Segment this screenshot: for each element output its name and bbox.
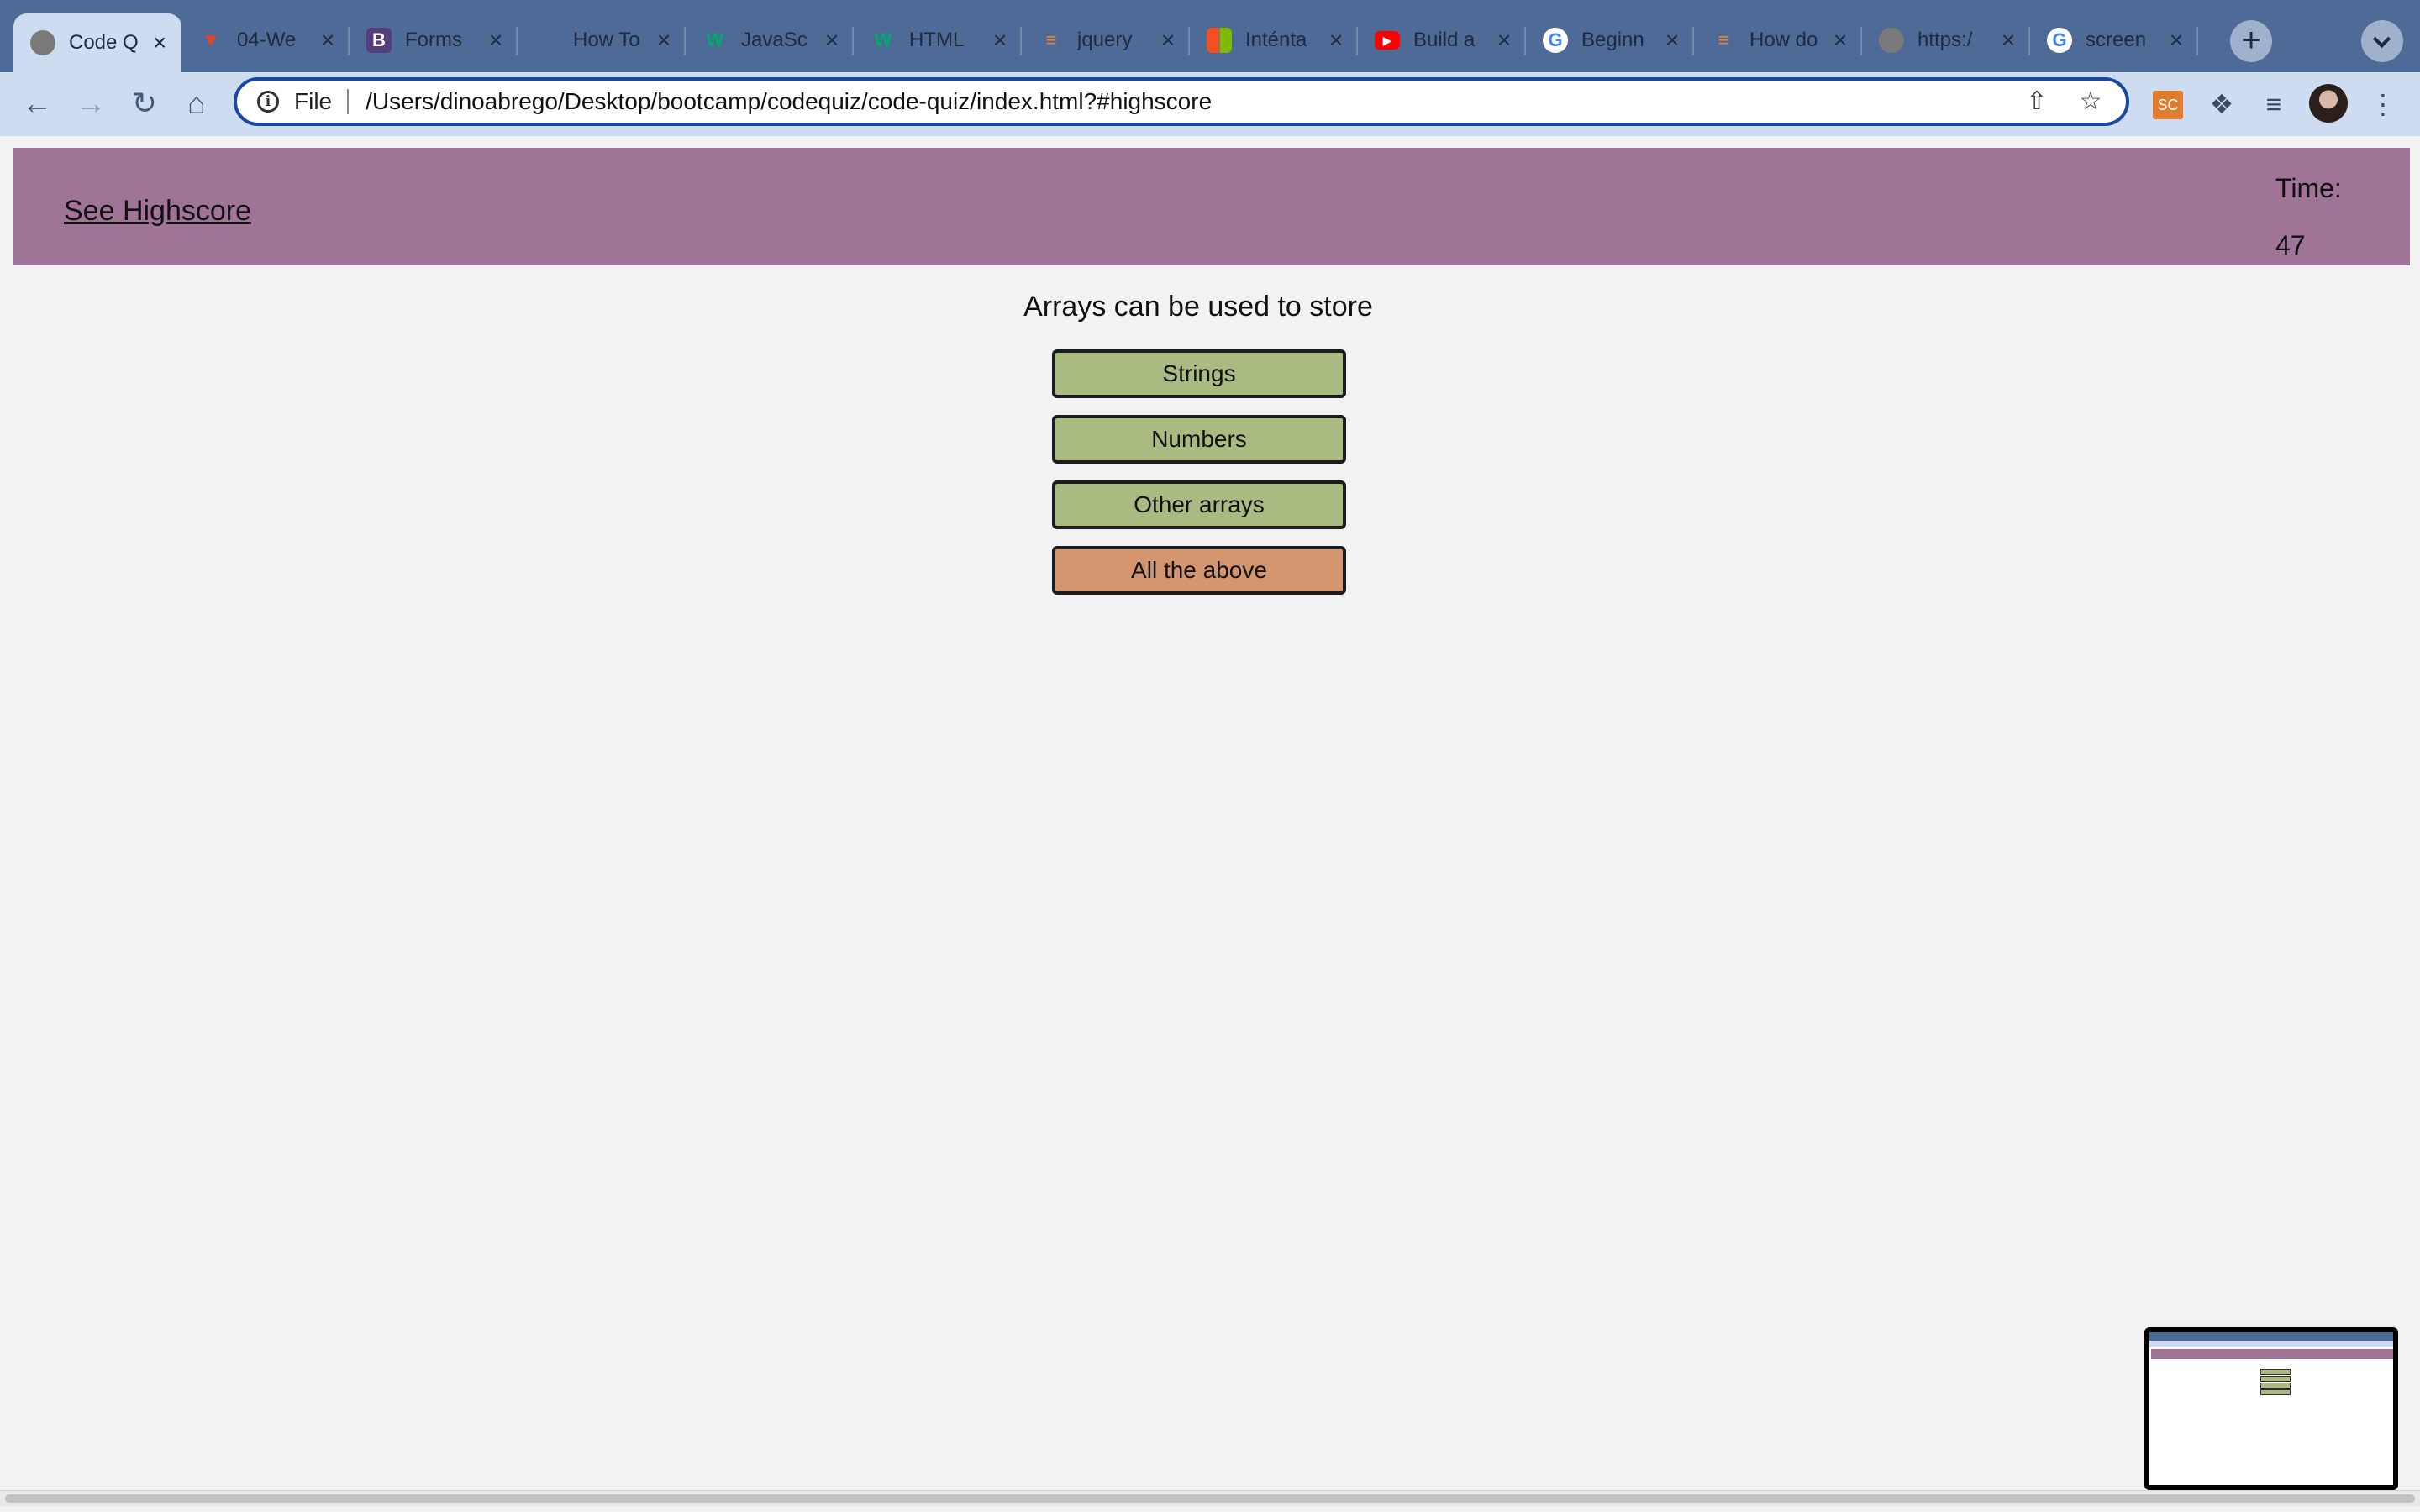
forward-icon[interactable]: → — [71, 84, 111, 124]
browser-toolbar: ← → ↻ ⌂ i File /Users/dinoabrego/Desktop… — [0, 72, 2420, 136]
bootstrap-icon: B — [366, 28, 392, 53]
tab-close-icon[interactable]: × — [822, 27, 842, 54]
browser-tab-title: JavaSc — [741, 29, 808, 51]
browser-tab[interactable]: ▶ Build a × — [1358, 13, 1526, 67]
browser-tab[interactable]: Inténta × — [1190, 13, 1358, 67]
timer-value: 47 — [2275, 230, 2306, 260]
tab-close-icon[interactable]: × — [654, 27, 674, 54]
tab-separator — [2196, 27, 2198, 55]
browser-tab-title: Code Q — [69, 31, 139, 54]
browser-tab[interactable]: B Forms × — [350, 13, 518, 67]
browser-tab[interactable]: https:/ × — [1862, 13, 2030, 67]
scheme-label: File — [294, 88, 333, 114]
horizontal-scrollbar[interactable] — [0, 1490, 2420, 1506]
browser-tab-title: 04-We — [237, 29, 297, 51]
new-tab-button[interactable]: + — [2230, 20, 2272, 62]
google-icon: G — [1543, 28, 1568, 53]
globe-icon — [1879, 28, 1904, 53]
stackoverflow-icon: ≡ — [1718, 29, 1729, 50]
browser-tab-title: jquery — [1077, 29, 1133, 51]
tab-close-icon[interactable]: × — [1326, 27, 1346, 54]
horizontal-scrollbar-thumb[interactable] — [5, 1494, 2415, 1503]
quiz-header: See Highscore Time: 47 — [13, 148, 2410, 265]
browser-tab-title: How do — [1749, 29, 1818, 51]
tab-close-icon[interactable]: × — [1662, 27, 1682, 54]
answer-button-other-arrays[interactable]: Other arrays — [1052, 480, 1346, 529]
question-text: Arrays can be used to store — [1023, 291, 1373, 323]
gitlab-icon: ▼ — [202, 29, 220, 50]
tab-close-icon[interactable]: × — [1494, 27, 1514, 54]
tab-close-icon[interactable]: × — [150, 29, 170, 56]
profile-avatar[interactable] — [2309, 84, 2348, 123]
browser-tab[interactable]: Code Q × — [13, 13, 182, 72]
browser-tab[interactable]: W JavaSc × — [686, 13, 854, 67]
extensions-puzzle-icon[interactable]: ❖ — [2202, 84, 2242, 124]
microsoft-icon — [1207, 28, 1232, 53]
tab-close-icon[interactable]: × — [990, 27, 1010, 54]
browser-tab-title: How To — [573, 29, 640, 51]
tab-search-button[interactable] — [2361, 20, 2403, 62]
w3schools-icon — [534, 28, 560, 53]
browser-tab-title: Forms — [405, 29, 462, 51]
home-icon[interactable]: ⌂ — [176, 84, 217, 124]
globe-icon — [30, 30, 55, 55]
reading-list-icon[interactable]: ≡ — [2254, 84, 2294, 124]
tab-close-icon[interactable]: × — [486, 27, 506, 54]
screenshot-thumbnail-preview[interactable] — [2144, 1327, 2398, 1490]
reload-icon[interactable]: ↻ — [124, 84, 165, 124]
google-icon: G — [2047, 28, 2072, 53]
tab-close-icon[interactable]: × — [2166, 27, 2186, 54]
thumbnail-tab-strip — [2149, 1332, 2393, 1341]
answer-button-all-the-above[interactable]: All the above — [1052, 546, 1346, 595]
browser-tab[interactable]: ▼ 04-We × — [182, 13, 350, 67]
omnibox-divider — [347, 89, 350, 114]
see-highscore-link[interactable]: See Highscore — [64, 195, 251, 228]
browser-tab-title: screen — [2086, 29, 2147, 51]
tab-close-icon[interactable]: × — [318, 27, 338, 54]
w3schools-icon: W — [706, 29, 724, 50]
browser-tab[interactable]: W HTML × — [854, 13, 1022, 67]
thumbnail-answer — [2260, 1389, 2291, 1395]
info-icon[interactable]: i — [257, 91, 279, 113]
answer-button-numbers[interactable]: Numbers — [1052, 415, 1346, 464]
browser-tab[interactable]: G Beginn × — [1526, 13, 1694, 67]
url-text[interactable]: /Users/dinoabrego/Desktop/bootcamp/codeq… — [366, 88, 2018, 115]
browser-tab-title: HTML — [909, 29, 965, 51]
browser-tab[interactable]: How To × — [518, 13, 686, 67]
bookmark-star-icon[interactable]: ☆ — [2072, 83, 2109, 120]
thumbnail-answer — [2260, 1376, 2291, 1382]
thumbnail-answer — [2260, 1383, 2291, 1389]
thumbnail-answer — [2260, 1369, 2291, 1375]
stackoverflow-icon: ≡ — [1045, 29, 1057, 50]
browser-tab-title: https:/ — [1918, 29, 1973, 51]
browser-tab-strip: Code Q × ▼ 04-We × B Forms × How To × W JavaSc × W HTM… — [0, 0, 2420, 72]
tab-close-icon[interactable]: × — [1830, 27, 1850, 54]
tab-close-icon[interactable]: × — [1158, 27, 1178, 54]
browser-tab[interactable]: Gscreen × — [2030, 13, 2198, 67]
thumbnail-header — [2151, 1349, 2393, 1359]
back-icon[interactable]: ← — [17, 84, 57, 124]
address-bar[interactable]: i File /Users/dinoabrego/Desktop/bootcam… — [234, 77, 2129, 126]
extension-sc-icon[interactable]: SC — [2153, 91, 2183, 119]
browser-tab-title: Build a — [1413, 29, 1476, 51]
timer-label: Time: — [2275, 173, 2342, 203]
tab-close-icon[interactable]: × — [1998, 27, 2018, 54]
share-icon[interactable]: ⇧ — [2018, 83, 2055, 120]
browser-tab[interactable]: ≡ jquery × — [1022, 13, 1190, 67]
browser-tab-title: Beginn — [1581, 29, 1644, 51]
menu-kebab-icon[interactable]: ⋮ — [2363, 84, 2403, 124]
answer-button-strings[interactable]: Strings — [1052, 349, 1346, 398]
w3schools-icon: W — [874, 29, 892, 50]
browser-tab[interactable]: ≡ How do × — [1694, 13, 1862, 67]
browser-tab-title: Inténta — [1245, 29, 1307, 51]
youtube-icon: ▶ — [1375, 31, 1400, 50]
thumbnail-toolbar — [2149, 1341, 2393, 1347]
question-section: Arrays can be used to store — [0, 286, 2396, 323]
